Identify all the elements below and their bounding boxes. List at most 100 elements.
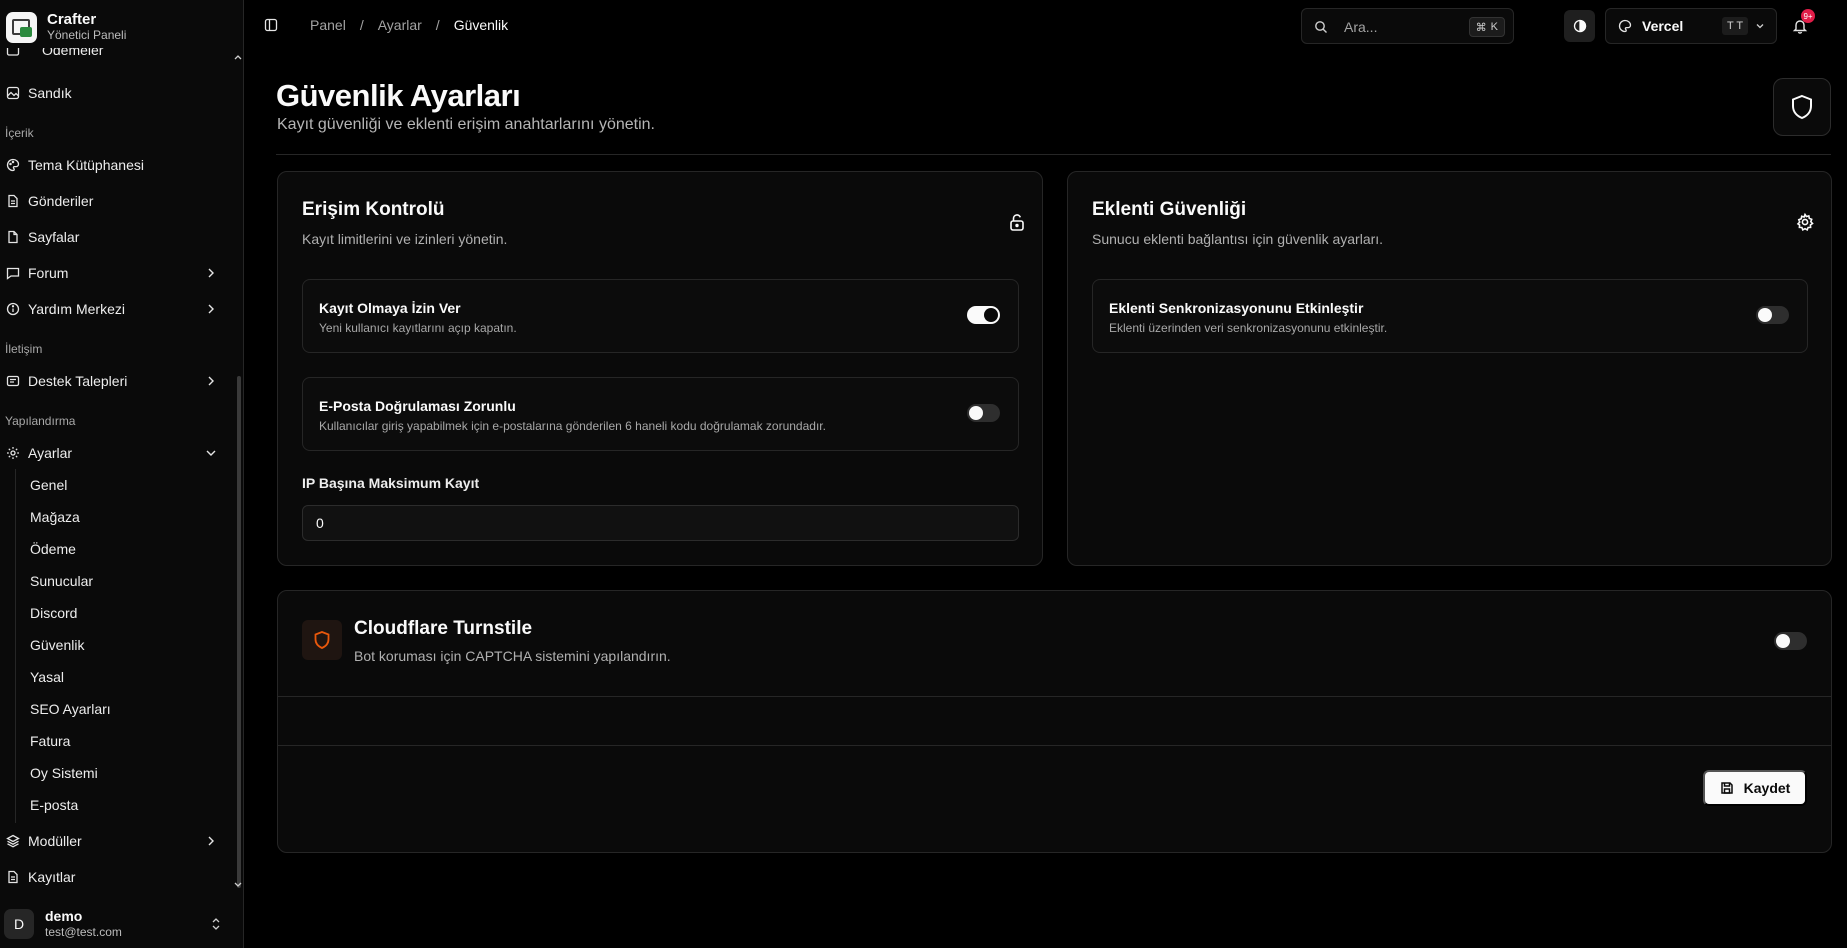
page-title: Güvenlik Ayarları bbox=[276, 78, 521, 113]
email-verification-toggle[interactable] bbox=[967, 404, 1000, 422]
tenant-label: Vercel bbox=[1642, 18, 1684, 34]
tenant-switcher[interactable]: Vercel T T bbox=[1605, 8, 1777, 44]
sidebar-item-moduller[interactable]: Modüller bbox=[6, 827, 222, 855]
card-subtitle: Kayıt limitlerini ve izinleri yönetin. bbox=[302, 231, 508, 247]
file-list-icon bbox=[6, 870, 20, 884]
user-menu[interactable]: D demo test@test.com bbox=[4, 906, 236, 942]
sidebar-sub-genel[interactable]: Genel bbox=[30, 473, 67, 497]
breadcrumb-ayarlar[interactable]: Ayarlar bbox=[378, 17, 422, 33]
sidebar-item-gonderiler[interactable]: Gönderiler bbox=[6, 187, 222, 215]
user-name: demo bbox=[45, 908, 83, 924]
search-placeholder: Ara... bbox=[1344, 19, 1378, 35]
setting-label: Kayıt Olmaya İzin Ver bbox=[319, 300, 461, 316]
chevron-right-icon bbox=[208, 304, 214, 314]
max-per-ip-input[interactable]: 0 bbox=[302, 505, 1019, 541]
chevron-right-icon bbox=[208, 836, 214, 846]
sidebar-item-sandik[interactable]: Sandık bbox=[6, 79, 222, 107]
page-shield-badge bbox=[1773, 78, 1831, 136]
palette-icon bbox=[1618, 19, 1632, 33]
sidebar-item-yardim[interactable]: Yardım Merkezi bbox=[6, 295, 222, 323]
breadcrumb: Panel / Ayarlar / Güvenlik bbox=[310, 17, 508, 33]
plugin-security-card: Eklenti Güvenliği Sunucu eklenti bağlant… bbox=[1067, 171, 1832, 566]
layers-icon bbox=[6, 834, 20, 848]
brand-logo bbox=[6, 11, 37, 43]
card-title: Eklenti Güvenliği bbox=[1092, 199, 1247, 220]
chevron-right-icon bbox=[208, 268, 214, 278]
sidebar-item-ayarlar[interactable]: Ayarlar bbox=[6, 439, 222, 467]
sidebar-sub-yasal[interactable]: Yasal bbox=[30, 665, 64, 689]
turnstile-badge bbox=[302, 620, 342, 660]
brand-name: Crafter bbox=[47, 11, 97, 28]
sidebar-item-sayfalar[interactable]: Sayfalar bbox=[6, 223, 222, 251]
sidebar-item-destek[interactable]: Destek Talepleri bbox=[6, 367, 222, 395]
scroll-down-icon[interactable] bbox=[233, 880, 243, 890]
sidebar-sub-odeme[interactable]: Ödeme bbox=[30, 537, 76, 561]
brand-subtitle: Yönetici Paneli bbox=[47, 28, 127, 42]
shield-icon bbox=[314, 631, 330, 649]
sidebar-sub-oy[interactable]: Oy Sistemi bbox=[30, 761, 98, 785]
allow-registration-toggle[interactable] bbox=[967, 306, 1000, 324]
lock-icon bbox=[1010, 214, 1024, 231]
sidebar-item-odemeler[interactable]: Ödemeler bbox=[6, 48, 222, 64]
sidebar-sub-magaza[interactable]: Mağaza bbox=[30, 505, 80, 529]
sidebar-item-tema[interactable]: Tema Kütüphanesi bbox=[6, 151, 222, 179]
setting-description: Kullanıcılar giriş yapabilmek için e-pos… bbox=[319, 419, 826, 433]
max-per-ip-label: IP Başına Maksimum Kayıt bbox=[302, 475, 480, 491]
sidebar-sub-seo[interactable]: SEO Ayarları bbox=[30, 697, 111, 721]
brand[interactable]: Crafter Yönetici Paneli bbox=[6, 10, 126, 44]
notification-badge: 9+ bbox=[1801, 9, 1815, 23]
breadcrumb-separator: / bbox=[359, 17, 364, 33]
plugin-sync-toggle[interactable] bbox=[1756, 306, 1789, 324]
breadcrumb-panel[interactable]: Panel bbox=[310, 17, 346, 33]
sidebar-item-kayitlar[interactable]: Kayıtlar bbox=[6, 863, 222, 891]
sidebar-sub-guvenlik[interactable]: Güvenlik bbox=[30, 633, 84, 657]
card-title: Erişim Kontrolü bbox=[302, 199, 445, 220]
nav-group-icerik: İçerik bbox=[5, 126, 34, 140]
sidebar-item-label: Gönderiler bbox=[28, 193, 94, 209]
sidebar-item-label: Forum bbox=[28, 265, 69, 281]
card-divider bbox=[278, 696, 1831, 697]
sidebar-toggle-icon[interactable] bbox=[264, 18, 278, 32]
palette-icon bbox=[6, 158, 20, 172]
turnstile-toggle[interactable] bbox=[1774, 632, 1807, 650]
theme-toggle-button[interactable] bbox=[1564, 10, 1595, 42]
sidebar-sub-fatura[interactable]: Fatura bbox=[30, 729, 70, 753]
sidebar-sub-sunucular[interactable]: Sunucular bbox=[30, 569, 93, 593]
file-text-icon bbox=[6, 194, 20, 208]
search-shortcut: ⌘ K bbox=[1468, 17, 1505, 37]
sidebar-sub-eposta[interactable]: E-posta bbox=[30, 793, 78, 817]
nav-group-iletisim: İletişim bbox=[5, 342, 43, 356]
sidebar-item-label: Kayıtlar bbox=[28, 869, 76, 885]
wallet-icon bbox=[6, 48, 20, 57]
page-subtitle: Kayıt güvenliği ve eklenti erişim anahta… bbox=[277, 116, 655, 133]
plugin-sync-setting: Eklenti Senkronizasyonunu Etkinleştir Ek… bbox=[1092, 279, 1808, 353]
sidebar-item-label: Modüller bbox=[28, 833, 82, 849]
sidebar-scrollbar[interactable] bbox=[237, 376, 241, 888]
sidebar-nav[interactable]: Ödemeler Sandık İçerik Tema Kütüphanesi … bbox=[0, 48, 244, 896]
setting-description: Yeni kullanıcı kayıtlarını açıp kapatın. bbox=[319, 321, 517, 335]
sidebar-sub-discord[interactable]: Discord bbox=[30, 601, 77, 625]
avatar: D bbox=[4, 909, 34, 939]
card-subtitle: Bot koruması için CAPTCHA sistemini yapı… bbox=[354, 648, 671, 664]
ticket-icon bbox=[6, 374, 20, 388]
scroll-up-icon[interactable] bbox=[233, 52, 243, 62]
search-icon bbox=[1315, 21, 1327, 33]
settings-icon bbox=[6, 446, 20, 460]
sidebar-item-label: Yardım Merkezi bbox=[28, 301, 125, 317]
nav-group-yapilandirma: Yapılandırma bbox=[5, 414, 76, 428]
sidebar-item-label: Destek Talepleri bbox=[28, 373, 128, 389]
card-divider bbox=[278, 745, 1831, 746]
access-control-card: Erişim Kontrolü Kayıt limitlerini ve izi… bbox=[277, 171, 1043, 566]
heading-divider bbox=[276, 154, 1831, 155]
sidebar: Crafter Yönetici Paneli Ödemeler Sandık … bbox=[0, 0, 244, 948]
sidebar-item-forum[interactable]: Forum bbox=[6, 259, 222, 287]
card-title: Cloudflare Turnstile bbox=[354, 618, 533, 639]
search-input[interactable]: Ara... ⌘ K bbox=[1301, 8, 1514, 44]
card-subtitle: Sunucu eklenti bağlantısı için güvenlik … bbox=[1092, 231, 1384, 247]
topbar: Panel / Ayarlar / Güvenlik Ara... ⌘ K Ver… bbox=[244, 0, 1847, 52]
sidebar-item-label: Sayfalar bbox=[28, 229, 80, 245]
chevron-down-icon bbox=[206, 450, 216, 456]
save-button[interactable]: Kaydet bbox=[1703, 770, 1807, 806]
file-icon bbox=[6, 230, 20, 244]
save-label: Kaydet bbox=[1743, 780, 1791, 796]
